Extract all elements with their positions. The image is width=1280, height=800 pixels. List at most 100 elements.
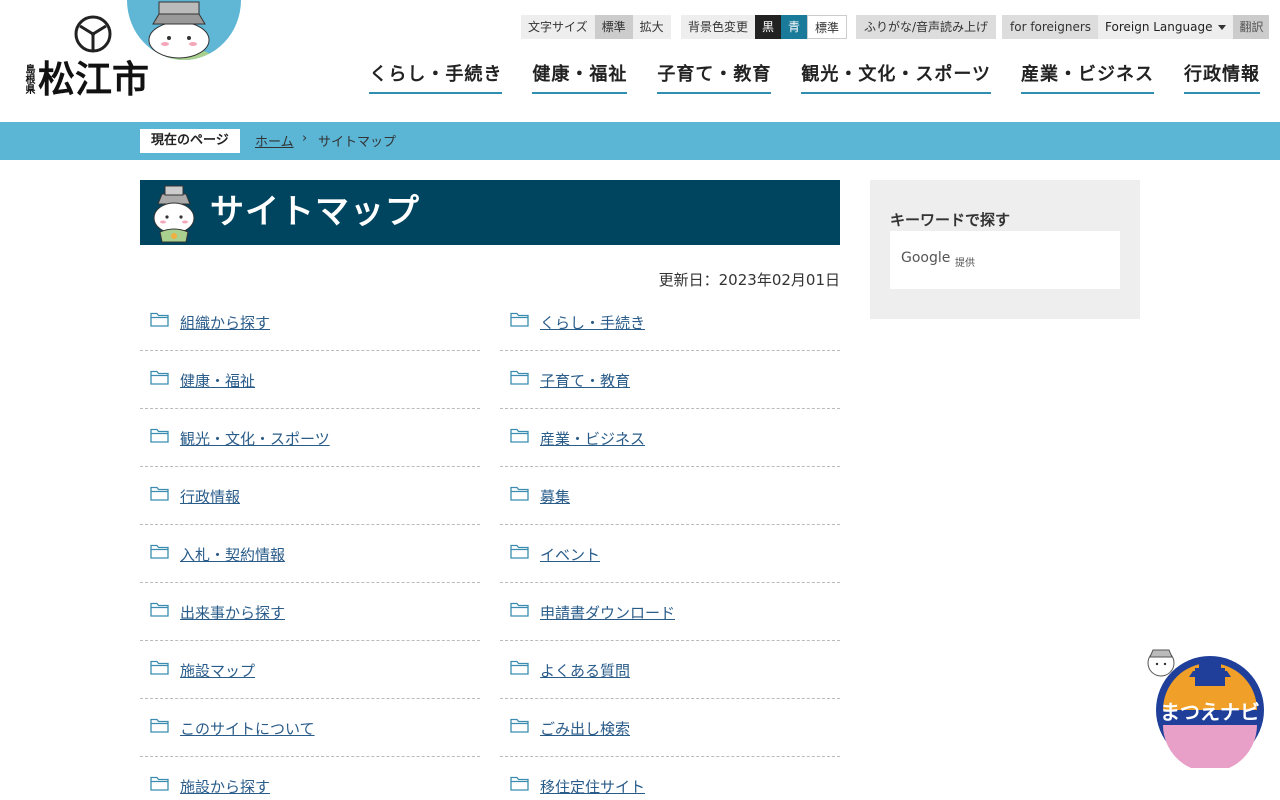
folder-icon (150, 370, 169, 385)
nav-living[interactable]: くらし・手続き (369, 60, 503, 94)
list-item: よくある質問 (500, 641, 840, 699)
sitemap-link[interactable]: このサイトについて (180, 718, 315, 739)
search-input[interactable]: Google 提供 (890, 231, 1120, 289)
keyword-search-heading: キーワードで探す (890, 211, 1011, 229)
list-item: このサイトについて (140, 699, 480, 757)
nav-administration[interactable]: 行政情報 (1184, 60, 1260, 94)
dropdown-caret-icon (1218, 24, 1227, 30)
font-size-label: 文字サイズ (521, 15, 595, 39)
folder-icon (510, 776, 529, 791)
sitemap-link[interactable]: 子育て・教育 (540, 370, 630, 391)
language-select-wrap: Foreign Language 翻訳 (1098, 15, 1270, 39)
sitemap-left-column: 組織から探す 健康・福祉 観光・文化・スポーツ 行政情報 入札・契約情報 出来事… (140, 293, 480, 800)
folder-icon (150, 428, 169, 443)
site-header: 島根県 松江市 文字サイズ 標準 拡大 背景色変更 黒 青 標準 ふりがな/音声… (0, 0, 1280, 122)
breadcrumb-home-link[interactable]: ホーム (255, 131, 294, 150)
list-item: イベント (500, 525, 840, 583)
keyword-search-panel: キーワードで探す Google 提供 (870, 180, 1140, 319)
sitemap-link[interactable]: 出来事から探す (180, 602, 285, 623)
foreigners-wrap: for foreigners (1002, 15, 1100, 39)
list-item: 産業・ビジネス (500, 409, 840, 467)
sitemap-link[interactable]: 観光・文化・スポーツ (180, 428, 330, 449)
background-label: 背景色変更 (681, 15, 756, 39)
nav-health[interactable]: 健康・福祉 (532, 60, 628, 94)
folder-icon (150, 486, 169, 501)
sitemap-link[interactable]: 施設から探す (180, 776, 270, 797)
background-switcher: 背景色変更 黒 青 標準 (681, 15, 848, 39)
list-item: 行政情報 (140, 467, 480, 525)
bg-standard-button[interactable]: 標準 (807, 15, 848, 39)
list-item: 募集 (500, 467, 840, 525)
list-item: 申請書ダウンロード (500, 583, 840, 641)
sitemap-link[interactable]: 入札・契約情報 (180, 544, 285, 565)
google-provided-label: 提供 (955, 258, 975, 269)
sitemap-link[interactable]: ごみ出し検索 (540, 718, 630, 739)
font-standard-button[interactable]: 標準 (594, 15, 633, 39)
sitemap-link[interactable]: 施設マップ (180, 660, 255, 681)
sitemap-link[interactable]: 申請書ダウンロード (540, 602, 675, 623)
folder-icon (150, 660, 169, 675)
global-nav: くらし・手続き 健康・福祉 子育て・教育 観光・文化・スポーツ 産業・ビジネス … (369, 60, 1260, 94)
sitemap-link[interactable]: 産業・ビジネス (540, 428, 645, 449)
folder-icon (510, 486, 529, 501)
sitemap-link[interactable]: 移住定住サイト (540, 776, 645, 797)
furigana-button[interactable]: ふりがな/音声読み上げ (856, 15, 997, 39)
folder-icon (150, 602, 169, 617)
folder-icon (510, 428, 529, 443)
updated-date: 更新日：2023年02月01日 (658, 271, 840, 289)
folder-icon (510, 544, 529, 559)
font-size-switcher: 文字サイズ 標準 拡大 (521, 15, 671, 39)
furigana-wrap: ふりがな/音声読み上げ (856, 15, 997, 39)
page-title-bar: サイトマップ (140, 180, 840, 245)
font-large-button[interactable]: 拡大 (632, 15, 671, 39)
matsue-navi-label: まつえナビ (1160, 700, 1260, 724)
site-logo[interactable]: 島根県 松江市 (20, 14, 150, 104)
breadcrumb-current: サイトマップ (318, 135, 397, 150)
translate-button[interactable]: 翻訳 (1233, 15, 1270, 39)
list-item: 移住定住サイト (500, 757, 840, 800)
sitemap-link[interactable]: よくある質問 (540, 660, 630, 681)
list-item: くらし・手続き (500, 293, 840, 351)
folder-icon (150, 544, 169, 559)
list-item: 子育て・教育 (500, 351, 840, 409)
sitemap-link[interactable]: イベント (540, 544, 600, 565)
list-item: 施設マップ (140, 641, 480, 699)
matsue-navi-button[interactable]: まつえナビ (1143, 643, 1268, 772)
list-item: 組織から探す (140, 293, 480, 351)
google-brand: Google (901, 250, 951, 266)
sitemap-link[interactable]: 行政情報 (180, 486, 240, 507)
sitemap-right-column: くらし・手続き 子育て・教育 産業・ビジネス 募集 イベント 申請書ダウンロード… (500, 293, 840, 800)
folder-icon (510, 660, 529, 675)
folder-icon (510, 718, 529, 733)
list-item: 入札・契約情報 (140, 525, 480, 583)
mascot-icon (153, 185, 195, 243)
bg-black-button[interactable]: 黒 (755, 15, 782, 39)
folder-icon (510, 602, 529, 617)
sitemap-link[interactable]: くらし・手続き (540, 312, 645, 333)
logo-city-name: 松江市 (38, 58, 149, 101)
list-item: 施設から探す (140, 757, 480, 800)
nav-childcare[interactable]: 子育て・教育 (657, 60, 772, 94)
nav-tourism[interactable]: 観光・文化・スポーツ (801, 60, 991, 94)
folder-icon (150, 776, 169, 791)
sitemap-link[interactable]: 健康・福祉 (180, 370, 255, 391)
bg-blue-button[interactable]: 青 (781, 15, 808, 39)
folder-icon (150, 312, 169, 327)
city-emblem-icon (74, 15, 112, 53)
for-foreigners-button[interactable]: for foreigners (1002, 15, 1100, 39)
sitemap-link[interactable]: 募集 (540, 486, 570, 507)
list-item: 観光・文化・スポーツ (140, 409, 480, 467)
breadcrumb-separator: › (302, 131, 308, 146)
folder-icon (150, 718, 169, 733)
breadcrumb-label: 現在のページ (140, 129, 240, 153)
mascot-icon (1147, 649, 1175, 677)
list-item: 健康・福祉 (140, 351, 480, 409)
nav-business[interactable]: 産業・ビジネス (1021, 60, 1154, 94)
folder-icon (510, 312, 529, 327)
list-item: 出来事から探す (140, 583, 480, 641)
foreign-language-select[interactable]: Foreign Language (1098, 15, 1234, 39)
folder-icon (510, 370, 529, 385)
list-item: ごみ出し検索 (500, 699, 840, 757)
sitemap-link[interactable]: 組織から探す (180, 312, 270, 333)
matsue-navi-badge: まつえナビ (1147, 649, 1264, 772)
